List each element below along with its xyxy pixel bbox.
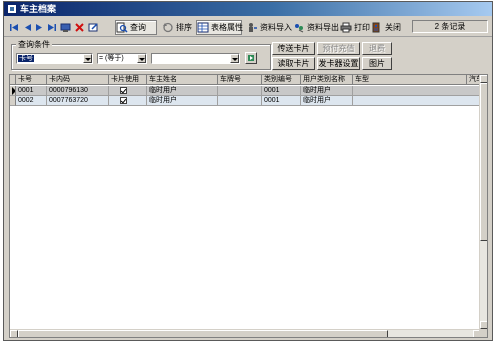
card-in-use-checkbox[interactable] [120,87,127,94]
query-value-input[interactable] [151,53,240,64]
prepaid-topup-button[interactable]: 预付充值 [317,42,360,55]
column-header[interactable]: 车主姓名 [147,75,218,85]
import-icon [249,23,257,32]
scroll-up-button[interactable] [480,75,487,83]
card-no-cell[interactable]: 0001 [16,86,47,96]
vehicle-type-cell[interactable] [353,96,484,106]
query-conditions-group: 查询条件 卡号 = (等于) [11,39,271,70]
scrollbar-corner [479,329,487,337]
query-field-value: 卡号 [18,55,34,62]
column-header[interactable]: 卡片使用 [109,75,147,85]
toolbar: 查询 排序 表格属性 资料导入 资料导出 打印 关闭 2 条记录 [4,17,492,37]
vehicle-type-cell[interactable] [353,86,484,96]
record-count: 2 条记录 [412,20,488,33]
sort-icon [163,22,173,33]
table-icon [197,22,209,33]
column-header[interactable]: 卡内码 [47,75,109,85]
import-button[interactable]: 资料导入 [246,20,292,35]
save-icon[interactable] [60,20,71,35]
vertical-scroll-thumb[interactable] [480,83,487,241]
sort-button[interactable]: 排序 [162,20,192,35]
horizontal-scroll-thumb[interactable] [18,330,388,337]
vertical-scrollbar[interactable] [479,75,487,329]
card-in-use-cell[interactable] [109,96,147,106]
picture-button[interactable]: 图片 [362,57,392,70]
previous-record-icon[interactable] [22,20,33,35]
inner-code-cell[interactable]: 0007763720 [47,96,109,106]
category-name-cell[interactable]: 临时用户 [301,86,353,96]
card-issuer-settings-button[interactable]: 发卡器设置 [317,57,360,70]
card-in-use-cell[interactable] [109,86,147,96]
query-operator-select[interactable]: = (等于) [97,53,147,64]
card-in-use-checkbox[interactable] [120,97,127,104]
refund-button[interactable]: 退费 [362,42,392,55]
column-header[interactable]: 用户类别名称 [301,75,353,85]
window-title: 车主档案 [20,4,57,14]
read-card-button[interactable]: 读取卡片 [272,57,315,70]
column-header[interactable]: 类别编号 [262,75,301,85]
first-record-icon[interactable] [9,20,20,35]
column-header[interactable]: 车型 [353,75,467,85]
print-button[interactable]: 打印 [340,20,370,35]
category-name-cell[interactable]: 临时用户 [301,96,353,106]
column-header[interactable]: 卡号 [16,75,47,85]
last-record-icon[interactable] [46,20,57,35]
query-field-select[interactable]: 卡号 [16,53,93,64]
chevron-down-icon[interactable] [83,54,92,63]
owner-name-cell[interactable]: 临时用户 [147,96,218,106]
export-icon [295,24,304,33]
title-bar: 车主档案 [4,2,492,16]
main-window: 车主档案 查询 排序 表格属性 资料导入 资料导出 打印 关闭 2 条记录 查询… [3,1,493,341]
edit-icon[interactable] [88,20,99,35]
query-button[interactable]: 查询 [115,20,157,35]
plate-cell[interactable] [218,96,262,106]
table-row[interactable]: 0002 0007763720 临时用户 0001 临时用户 [10,96,484,106]
horizontal-scrollbar[interactable] [10,329,481,337]
inner-code-cell[interactable]: 0000796130 [47,86,109,96]
query-operator-value: = (等于) [99,55,124,62]
category-no-cell[interactable]: 0001 [262,86,301,96]
execute-query-button[interactable] [245,52,257,64]
scroll-down-button[interactable] [480,321,487,329]
column-header[interactable]: 车牌号 [218,75,262,85]
chevron-down-icon[interactable] [137,54,146,63]
query-icon [116,22,128,33]
table-row[interactable]: 0001 0000796130 临时用户 0001 临时用户 [10,86,484,96]
owner-table: 卡号 卡内码 卡片使用 车主姓名 车牌号 类别编号 用户类别名称 车型 汽车 0… [9,74,488,338]
category-no-cell[interactable]: 0001 [262,96,301,106]
delete-icon[interactable] [74,20,85,35]
send-card-button[interactable]: 传送卡片 [272,42,315,55]
query-legend: 查询条件 [16,39,52,50]
export-button[interactable]: 资料导出 [293,20,339,35]
table-header: 卡号 卡内码 卡片使用 车主姓名 车牌号 类别编号 用户类别名称 车型 汽车 [10,75,487,85]
card-no-cell[interactable]: 0002 [16,96,47,106]
plate-cell[interactable] [218,86,262,96]
chevron-down-icon[interactable] [230,54,239,63]
close-button[interactable]: 关闭 [371,20,401,35]
door-exit-icon [372,22,380,33]
next-record-icon[interactable] [34,20,45,35]
owner-name-cell[interactable]: 临时用户 [147,86,218,96]
printer-icon [340,22,352,33]
table-properties-button[interactable]: 表格属性 [196,20,243,35]
scroll-left-button[interactable] [10,330,18,337]
app-icon [7,4,17,14]
